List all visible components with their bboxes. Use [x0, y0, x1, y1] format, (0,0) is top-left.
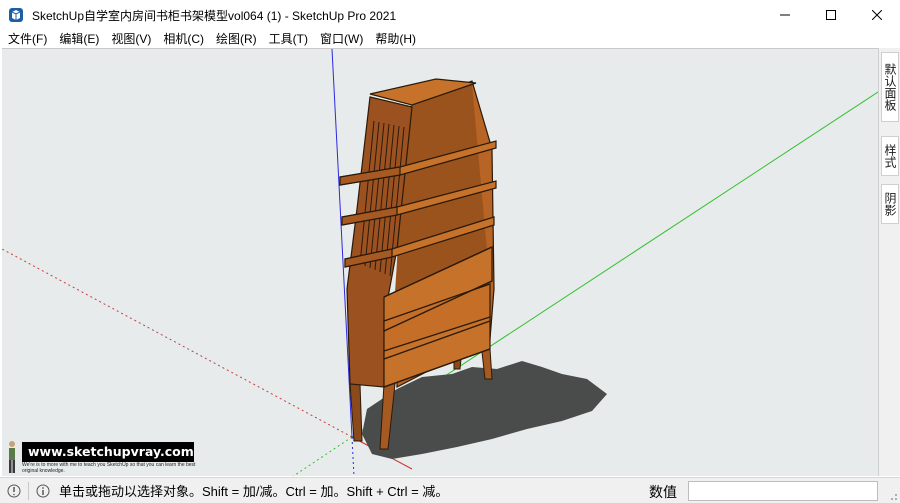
- tray-panel: 默认面板 样式 阴影: [878, 48, 900, 476]
- window-title: SketchUp自学室内房间书柜书架模型vol064 (1) - SketchU…: [32, 8, 397, 23]
- menu-draw[interactable]: 绘图(R): [210, 30, 263, 48]
- menu-view[interactable]: 视图(V): [105, 30, 157, 48]
- minimize-icon: [780, 14, 790, 16]
- maximize-button[interactable]: [808, 0, 854, 30]
- model-viewport[interactable]: [2, 48, 878, 476]
- close-button[interactable]: [854, 0, 900, 30]
- menu-window[interactable]: 窗口(W): [314, 30, 369, 48]
- resize-grip-icon[interactable]: [888, 491, 898, 501]
- measurements-label: 数值: [649, 484, 677, 500]
- minimize-button[interactable]: [762, 0, 808, 30]
- menu-file[interactable]: 文件(F): [2, 30, 53, 48]
- person-figure-icon: [9, 441, 15, 473]
- blue-axis-dotted: [351, 436, 355, 476]
- geo-location-icon[interactable]: [6, 483, 22, 499]
- green-axis-dotted: [292, 436, 353, 476]
- menu-edit[interactable]: 编辑(E): [53, 30, 105, 48]
- info-icon[interactable]: [35, 483, 51, 499]
- menu-help[interactable]: 帮助(H): [369, 30, 422, 48]
- bookshelf-scene: [2, 49, 878, 476]
- menu-bar: 文件(F) 编辑(E) 视图(V) 相机(C) 绘图(R) 工具(T) 窗口(W…: [0, 30, 900, 48]
- watermark: www.sketchupvray.com We're is to more wi…: [2, 440, 198, 476]
- tray-tab-default[interactable]: 默认面板: [881, 52, 899, 122]
- red-axis-dotted: [2, 248, 353, 438]
- status-divider: [28, 481, 29, 500]
- status-bar: 单击或拖动以选择对象。Shift = 加/减。Ctrl = 加。Shift + …: [0, 477, 900, 503]
- watermark-tagline: We're is to more with me to teach you Sk…: [22, 462, 196, 474]
- sketchup-logo-icon: [9, 8, 23, 22]
- tray-tab-styles[interactable]: 样式: [881, 136, 899, 176]
- title-bar: SketchUp自学室内房间书柜书架模型vol064 (1) - SketchU…: [0, 0, 900, 30]
- maximize-icon: [826, 10, 836, 20]
- menu-camera[interactable]: 相机(C): [157, 30, 210, 48]
- tray-tab-shadows[interactable]: 阴影: [881, 184, 899, 224]
- menu-tools[interactable]: 工具(T): [263, 30, 314, 48]
- close-icon: [872, 10, 882, 20]
- measurements-input[interactable]: [688, 481, 878, 501]
- blue-axis-line: [331, 49, 353, 438]
- status-hint: 单击或拖动以选择对象。Shift = 加/减。Ctrl = 加。Shift + …: [59, 484, 449, 499]
- watermark-banner: www.sketchupvray.com: [22, 442, 194, 462]
